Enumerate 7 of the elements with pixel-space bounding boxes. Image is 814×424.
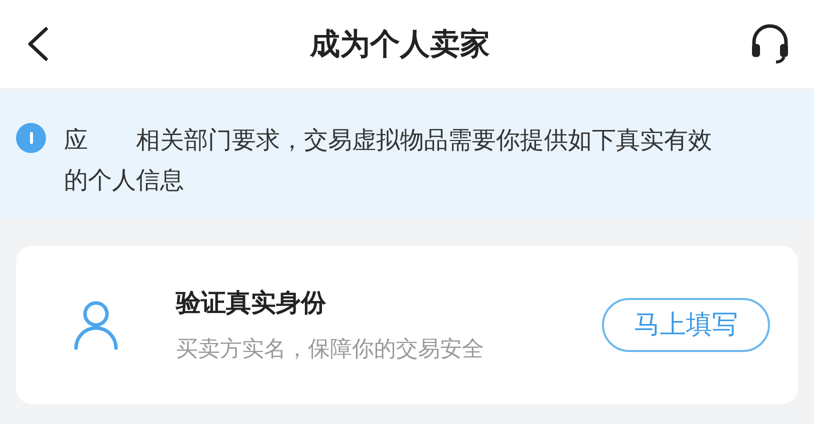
card-title: 验证真实身份 [176, 286, 327, 319]
page-title: 成为个人卖家 [310, 26, 490, 64]
person-icon [72, 300, 120, 350]
info-icon [16, 123, 46, 153]
card-subtitle: 买卖方实名，保障你的交易安全 [176, 336, 485, 364]
fill-in-button[interactable]: 马上填写 [602, 298, 770, 352]
notice-text: 应 相关部门要求，交易虚拟物品需要你提供如下真实有效的个人信息 [64, 125, 713, 196]
